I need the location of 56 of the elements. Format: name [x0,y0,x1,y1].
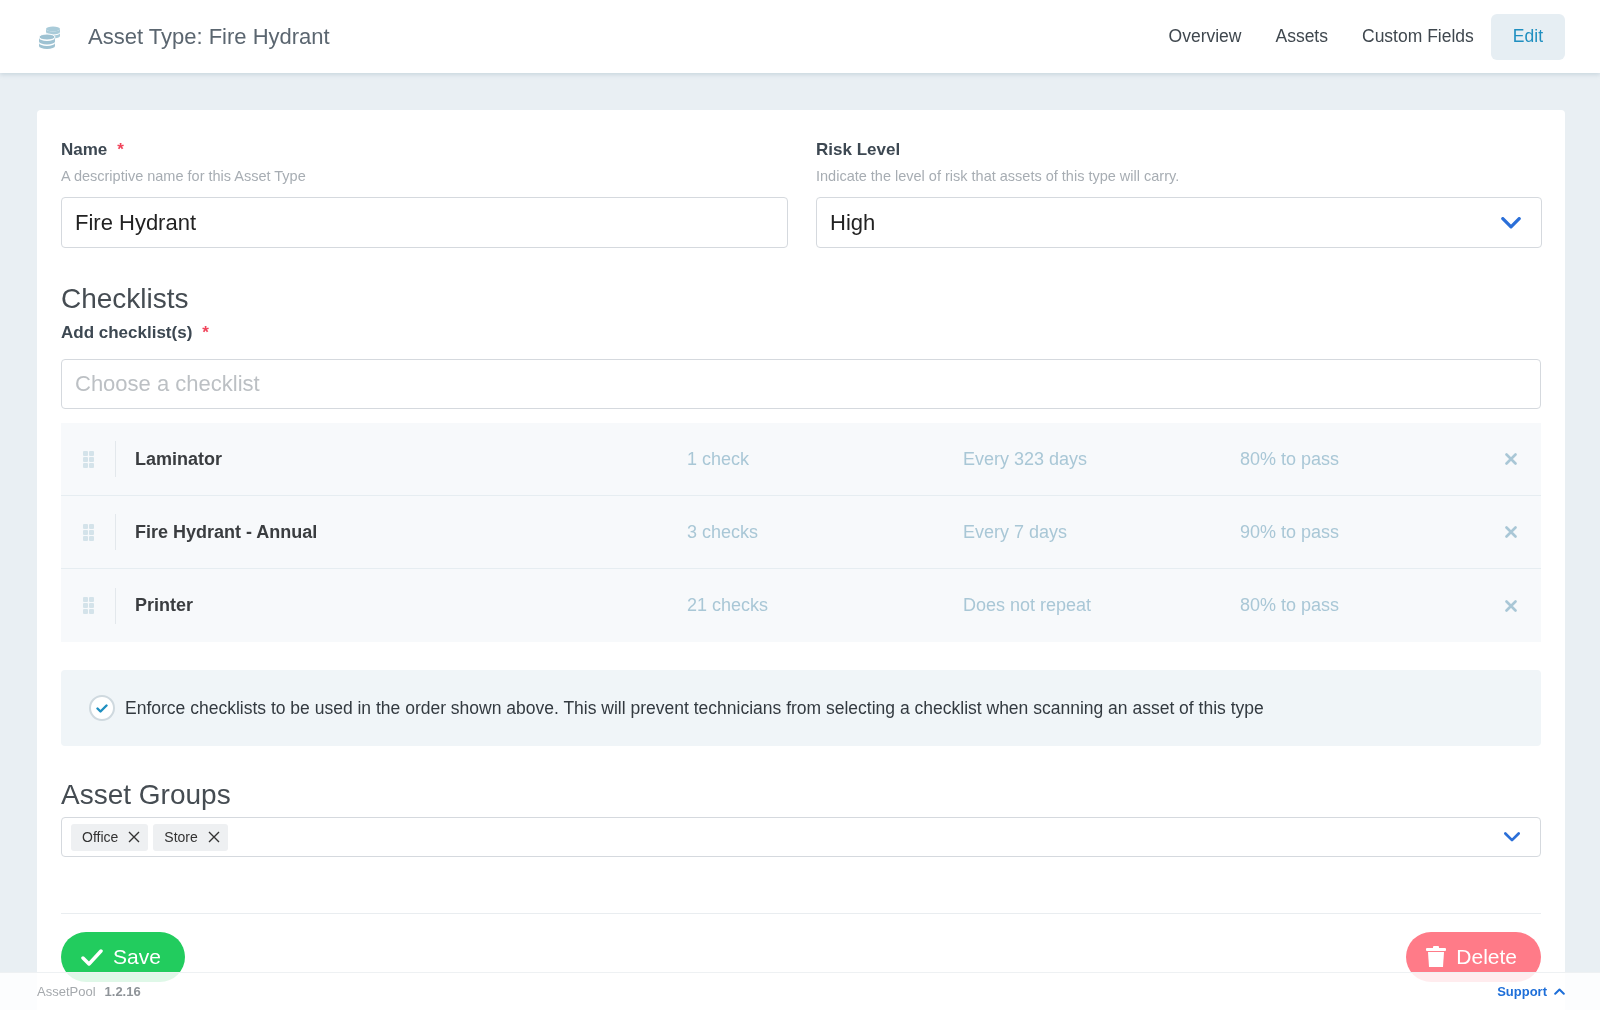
checklist-name: Printer [134,595,195,616]
required-mark: * [202,323,209,343]
check-count: 1 check [687,448,751,470]
pass-threshold: 80% to pass [1240,595,1341,616]
remove-tag-button[interactable] [128,831,141,843]
coin-stack-icon [38,24,62,49]
risk-level-select[interactable]: High [816,197,1542,248]
check-icon [96,703,108,713]
check-count: 21 checks [687,595,770,616]
field-label: Add checklist(s) [61,323,193,343]
support-link[interactable]: Support [1497,984,1565,999]
repeat-interval: Every 7 days [963,521,1069,543]
nav-tab[interactable]: Assets [1258,13,1345,60]
trash-icon [1426,946,1447,968]
remove-button[interactable] [1504,453,1517,465]
page-title: Asset Type: Fire Hydrant [88,23,331,50]
required-mark: * [117,140,124,160]
app-version: 1.2.16 [104,984,142,999]
tag-label: Store [164,829,198,845]
tag-label: Office [82,829,119,845]
remove-tag-button[interactable] [207,831,220,843]
drag-handle-icon[interactable] [82,523,94,541]
checklist-search-input[interactable]: Choose a checklist [61,359,1541,409]
app-name: AssetPool [37,984,96,999]
pass-threshold: 80% to pass [1240,448,1341,470]
pass-threshold: 90% to pass [1240,521,1341,543]
repeat-interval: Does not repeat [963,595,1093,616]
field-hint: Indicate the level of risk that assets of this type will carry. [816,168,1181,186]
close-icon [128,831,141,843]
field-label: Name [61,140,108,160]
enforce-order-label: Enforce checklists to be used in the order shown above. This will prevent technicians from selecting a checklist when scanning an asset of this type [125,697,1264,719]
field-hint: A descriptive name for this Asset Type [61,168,307,186]
chevron-up-icon [1554,988,1565,995]
name-input[interactable]: Fire Hydrant [61,197,788,248]
chevron-down-icon [1501,216,1521,229]
close-icon [1504,453,1517,465]
checklist-name: Fire Hydrant - Annual [134,521,319,543]
drag-handle-icon[interactable] [82,597,94,614]
section-heading: Asset Groups [61,778,232,812]
chevron-down-icon [1504,832,1520,842]
section-heading: Checklists [61,282,190,316]
check-icon [81,948,103,966]
repeat-interval: Every 323 days [963,448,1089,470]
close-icon [1504,599,1517,612]
nav-tab[interactable]: Custom Fields [1345,13,1491,60]
check-count: 3 checks [687,521,760,543]
field-label: Risk Level [816,140,901,160]
remove-button[interactable] [1504,526,1517,538]
enforce-checkbox[interactable] [89,695,115,721]
drag-handle-icon[interactable] [82,450,94,468]
asset-groups-select[interactable]: Office Store [61,817,1541,857]
close-icon [207,831,220,843]
checklist-name: Laminator [134,448,223,470]
remove-button[interactable] [1504,599,1517,612]
close-icon [1504,526,1517,538]
nav-tab[interactable]: Overview [1151,13,1259,60]
